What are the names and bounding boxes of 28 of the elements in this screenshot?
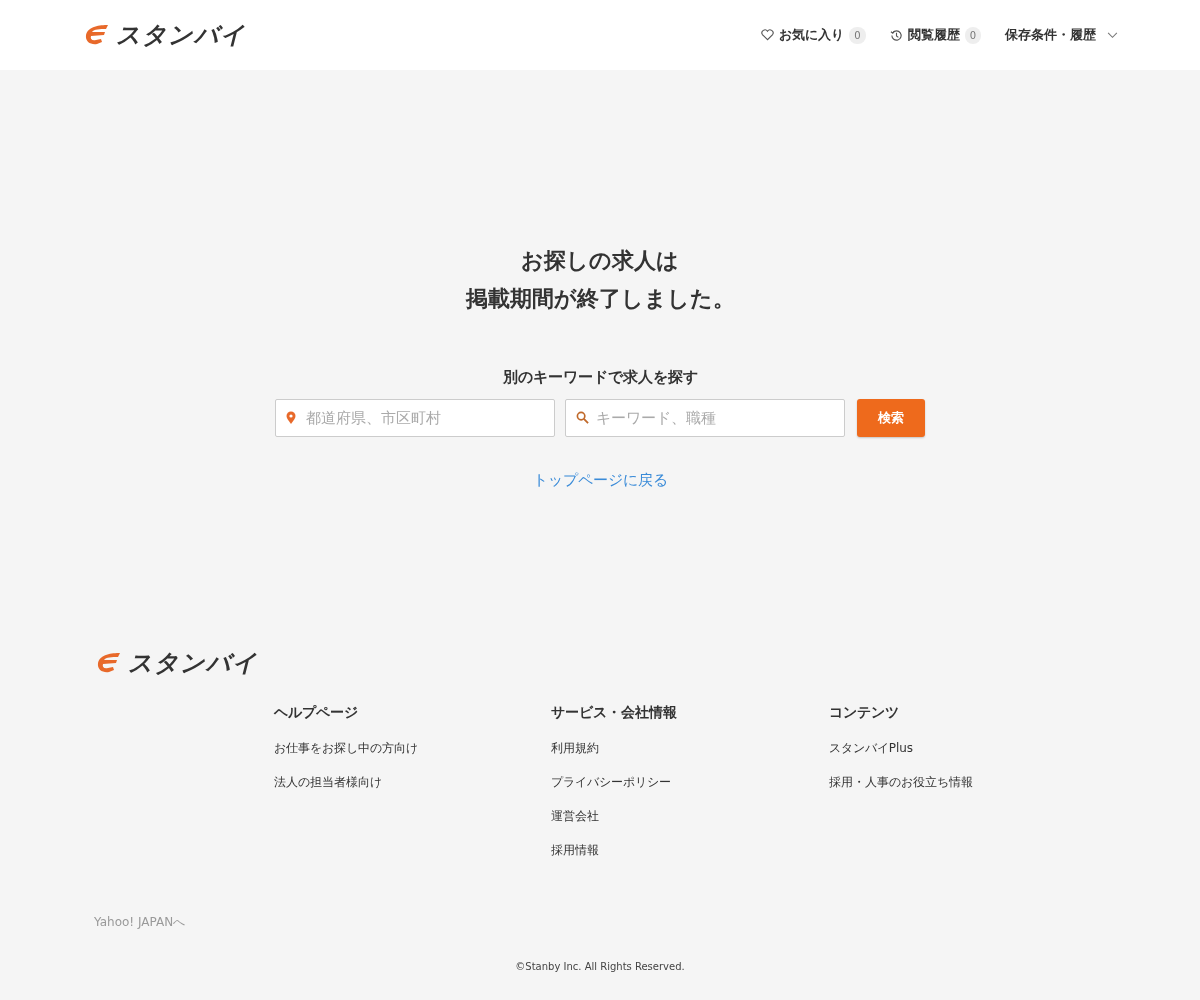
count-badge: 0 xyxy=(964,26,981,44)
location-field[interactable]: 都道府県、市区町村 xyxy=(275,398,555,437)
footer-link[interactable]: 採用情報 xyxy=(551,841,600,859)
footer-link[interactable]: 採用・人事のお役立ち情報 xyxy=(828,773,973,791)
footer-link[interactable]: 法人の担当者様向け xyxy=(274,773,382,791)
search-heading: 別のキーワードで求人を探す xyxy=(502,367,698,388)
footer-heading: サービス・会社情報 xyxy=(551,703,679,722)
keyword-field[interactable]: キーワード、職種 xyxy=(565,398,845,437)
count-badge: 0 xyxy=(849,26,866,44)
saved-conditions-dropdown[interactable]: 保存条件・履歴 xyxy=(1005,25,1118,45)
search-icon xyxy=(576,410,589,424)
footer-link[interactable]: スタンバイPlus xyxy=(828,739,914,757)
heart-icon xyxy=(761,29,775,41)
header-nav-link[interactable]: お気に入り 0 xyxy=(761,25,866,45)
footer-logo[interactable]: スタンバイ xyxy=(94,650,1106,676)
location-pin-icon xyxy=(286,410,296,425)
footer-link[interactable]: 利用規約 xyxy=(551,739,600,757)
footer-link[interactable]: プライバシーポリシー xyxy=(551,773,672,791)
copyright-text: ©Stanby Inc. All Rights Reserved. xyxy=(514,960,686,974)
chevron-down-icon xyxy=(1107,31,1118,39)
footer-heading: ヘルプページ xyxy=(274,703,359,722)
footer-link[interactable]: お仕事をお探し中の方向け xyxy=(274,739,418,757)
footer-link[interactable]: 運営会社 xyxy=(551,807,600,825)
history-clock-icon xyxy=(889,28,903,42)
site-logo[interactable]: スタンバイ xyxy=(82,22,246,48)
page-title: お探しの求人は 掲載期間が終了しました。 xyxy=(465,247,735,313)
footer-heading: コンテンツ xyxy=(828,703,900,722)
header-nav-link[interactable]: 閲覧履歴 0 xyxy=(889,25,981,45)
